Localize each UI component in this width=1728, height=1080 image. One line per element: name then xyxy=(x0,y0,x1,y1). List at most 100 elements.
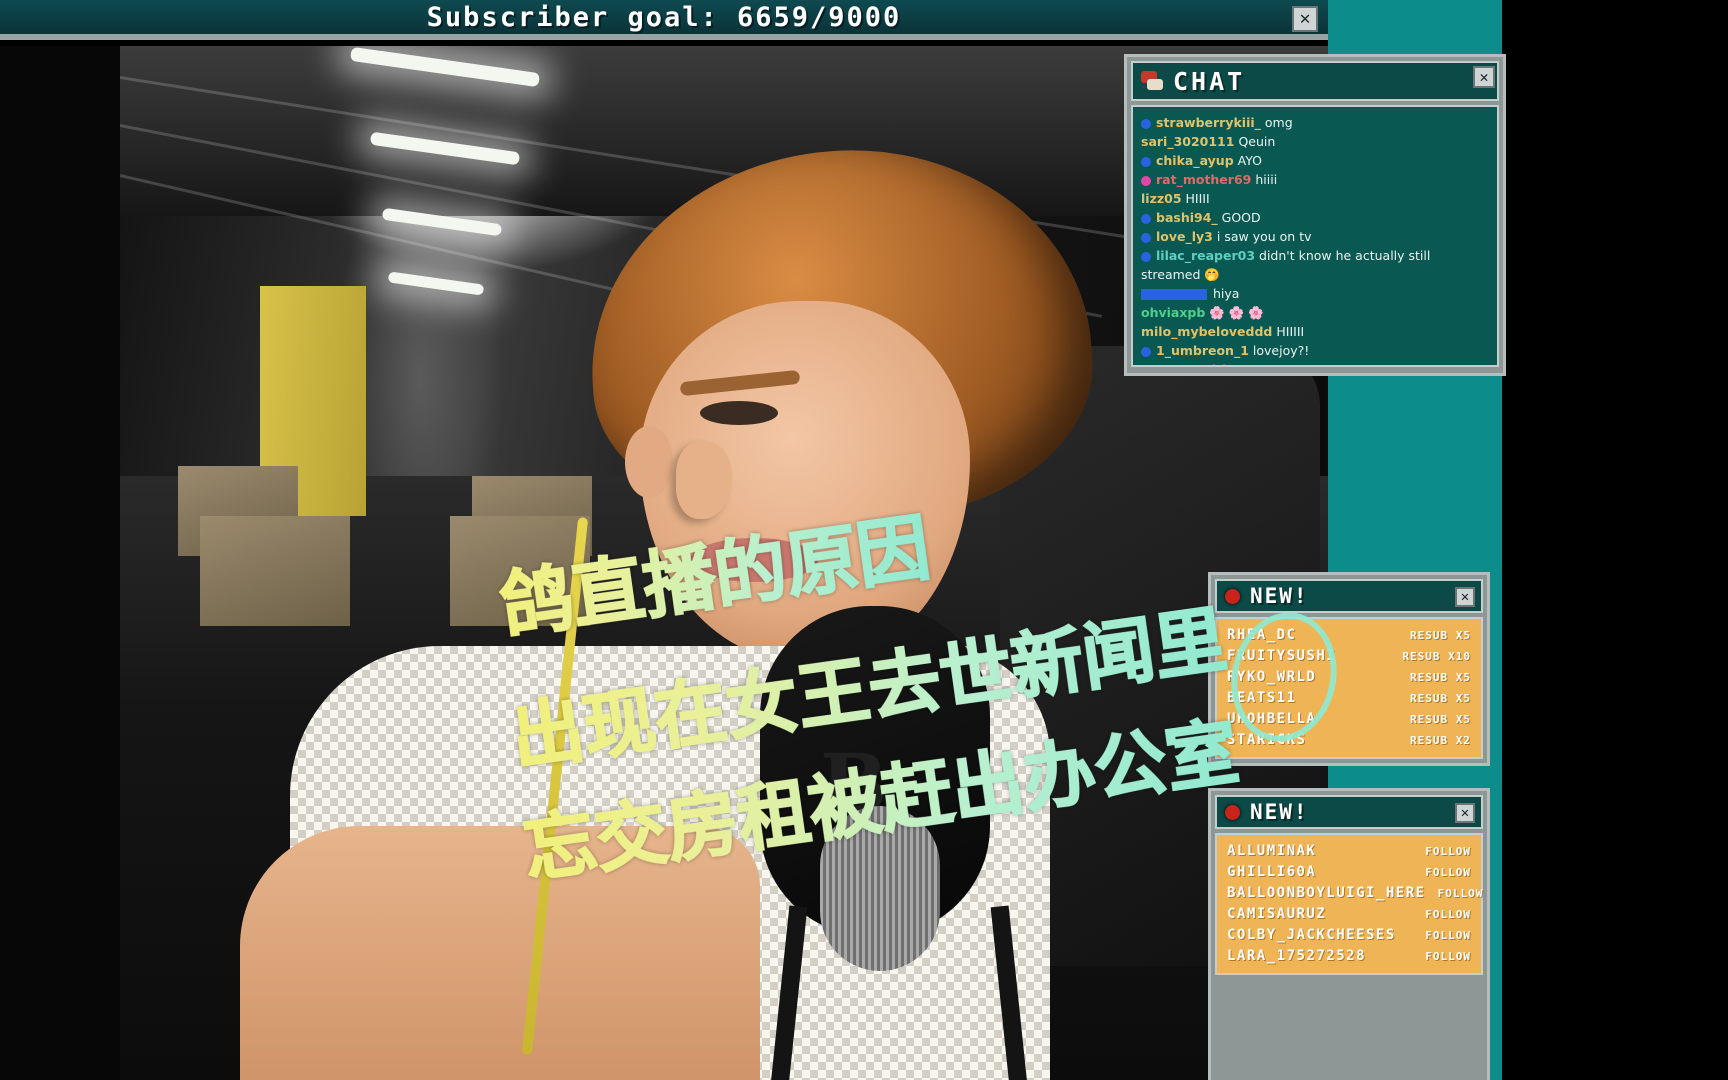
alert-row: BEATS11 RESUB X5 xyxy=(1227,688,1471,709)
alert-username: BEATS11 xyxy=(1227,690,1297,706)
chat-window: CHAT ✕ strawberrykiii_ omg sari_3020111 Qeu… xyxy=(1124,54,1506,376)
alert-row: RHEA_DC RESUB X5 xyxy=(1227,625,1471,646)
chat-message-text: hiiii xyxy=(1255,172,1278,187)
follow-title-label: NEW! xyxy=(1250,800,1309,824)
chat-message-text: hiya xyxy=(1213,286,1240,301)
chat-badge-icon xyxy=(1141,118,1151,129)
chat-message-list[interactable]: strawberrykiii_ omg sari_3020111 Qeuin chika… xyxy=(1131,105,1499,367)
chat-message-text: HIIIII xyxy=(1276,324,1305,339)
chat-message: lizz05 HIIII xyxy=(1141,189,1489,208)
chat-message-text: i saw you on tv xyxy=(1216,229,1312,244)
alert-username: LARA_175272528 xyxy=(1227,948,1367,964)
ceiling-light xyxy=(387,271,485,296)
alert-amount: RESUB X5 xyxy=(1410,629,1471,642)
resub-titlebar: NEW! ✕ xyxy=(1215,579,1483,613)
chat-message-text: HIIII xyxy=(1185,191,1210,206)
alert-row: STARICKS RESUB X2 xyxy=(1227,730,1471,751)
alert-amount: FOLLOW xyxy=(1425,845,1471,858)
follow-titlebar: NEW! ✕ xyxy=(1215,795,1483,829)
chat-message: strawberrykiii_ omg xyxy=(1141,113,1489,132)
close-icon[interactable]: ✕ xyxy=(1455,803,1475,823)
chat-message: tx_poggirl SLAYY xyxy=(1141,360,1489,368)
chat-username[interactable]: chika_ayup xyxy=(1156,153,1234,168)
alert-row: UHOHBELLA RESUB X5 xyxy=(1227,709,1471,730)
alert-username: ALLUMINAK xyxy=(1227,843,1317,859)
close-icon[interactable]: ✕ xyxy=(1473,66,1495,88)
chat-message-text: lovejoy?! xyxy=(1252,343,1310,358)
chat-username[interactable]: tx_poggirl xyxy=(1156,362,1226,365)
follow-list: ALLUMINAK FOLLOW GHILLI60A FOLLOW BALLOONBOY… xyxy=(1215,833,1483,975)
chat-username[interactable]: ohviaxpb xyxy=(1141,305,1205,320)
streamer-eye xyxy=(700,401,778,425)
chat-message-text: omg xyxy=(1264,115,1293,130)
chat-username[interactable]: rat_mother69 xyxy=(1156,172,1251,187)
chat-message: love_ly3 i saw you on tv xyxy=(1141,227,1489,246)
alert-row: COLBY_JACKCHEESES FOLLOW xyxy=(1227,925,1471,946)
speech-bubble-icon xyxy=(1141,71,1163,91)
alert-username: GHILLI60A xyxy=(1227,864,1317,880)
alert-username: RHEA_DC xyxy=(1227,627,1297,643)
chat-message: chika_ayup AYO xyxy=(1141,151,1489,170)
chat-badge-icon xyxy=(1141,366,1151,368)
chat-message-text: Qeuin xyxy=(1238,134,1276,149)
chat-message-text: GOOD xyxy=(1221,210,1261,225)
alert-username: BALLOONBOYLUIGI_HERE xyxy=(1227,885,1426,901)
alert-row: GHILLI60A FOLLOW xyxy=(1227,862,1471,883)
close-icon[interactable]: ✕ xyxy=(1455,587,1475,607)
alert-row: FRUITYSUSHI RESUB X10 xyxy=(1227,646,1471,667)
resub-list: RHEA_DC RESUB X5 FRUITYSUSHI RESUB X10 RYKO_… xyxy=(1215,617,1483,759)
chat-message-text: SLAYY xyxy=(1230,362,1268,365)
alert-username: CAMISAURUZ xyxy=(1227,906,1327,922)
chat-titlebar: CHAT ✕ xyxy=(1131,61,1499,101)
microphone-grill xyxy=(820,806,940,971)
streamer-arm xyxy=(240,826,760,1080)
alert-username: UHOHBELLA xyxy=(1227,711,1317,727)
alert-row: LARA_175272528 FOLLOW xyxy=(1227,946,1471,967)
chat-message-text: AYO xyxy=(1237,153,1263,168)
chat-username[interactable]: milo_mybeloveddd xyxy=(1141,324,1272,339)
chat-username[interactable]: 1_umbreon_1 xyxy=(1156,343,1249,358)
alert-username: COLBY_JACKCHEESES xyxy=(1227,927,1396,943)
alert-amount: RESUB X5 xyxy=(1410,692,1471,705)
chat-badge-icon xyxy=(1141,232,1151,243)
chat-message: hiya xyxy=(1141,284,1489,303)
letterbox-right xyxy=(1502,0,1728,1080)
chat-username[interactable]: love_ly3 xyxy=(1156,229,1213,244)
alert-username: RYKO_WRLD xyxy=(1227,669,1317,685)
resub-alert-window: NEW! ✕ RHEA_DC RESUB X5 FRUITYSUSHI RESUB X… xyxy=(1208,572,1490,766)
chat-username[interactable]: lilac_reaper03 xyxy=(1156,248,1255,263)
chat-message: rat_mother69 hiiii xyxy=(1141,170,1489,189)
chat-username[interactable]: bashi94_ xyxy=(1156,210,1218,225)
cardboard-box xyxy=(200,516,350,626)
chat-badge-icon xyxy=(1141,251,1151,262)
subscriber-goal-label: Subscriber goal: 6659/9000 xyxy=(426,1,902,33)
chat-message: 1_umbreon_1 lovejoy?! xyxy=(1141,341,1489,360)
chat-badge-icon xyxy=(1141,156,1151,167)
chat-title-label: CHAT xyxy=(1173,66,1246,96)
alert-amount: RESUB X5 xyxy=(1410,713,1471,726)
streamer-ear xyxy=(625,426,673,498)
red-dot-icon xyxy=(1225,804,1240,820)
close-icon[interactable]: ✕ xyxy=(1292,6,1318,32)
subscriber-goal-bar: Subscriber goal: 6659/9000 ✕ xyxy=(0,0,1328,40)
chat-message: ohviaxpb 🌸 🌸 🌸 xyxy=(1141,303,1489,322)
chat-badge-icon xyxy=(1141,346,1151,357)
alert-row: CAMISAURUZ FOLLOW xyxy=(1227,904,1471,925)
chat-badge-icon xyxy=(1141,175,1151,186)
alert-amount: FOLLOW xyxy=(1425,908,1471,921)
alert-amount: FOLLOW xyxy=(1437,887,1484,900)
alert-amount: RESUB X5 xyxy=(1410,671,1471,684)
alert-row: ALLUMINAK FOLLOW xyxy=(1227,841,1471,862)
chat-message: lilac_reaper03 didn't know he actually st… xyxy=(1141,246,1489,284)
streamer-lips xyxy=(690,538,818,582)
alert-username: FRUITYSUSHI xyxy=(1227,648,1337,664)
chat-username[interactable]: strawberrykiii_ xyxy=(1156,115,1261,130)
chat-message: milo_mybeloveddd HIIIII xyxy=(1141,322,1489,341)
chat-username[interactable]: sari_3020111 xyxy=(1141,134,1234,149)
chat-message: sari_3020111 Qeuin xyxy=(1141,132,1489,151)
alert-amount: RESUB X10 xyxy=(1402,650,1471,663)
chat-username[interactable]: lizz05 xyxy=(1141,191,1182,206)
chat-badge-icon xyxy=(1141,213,1151,224)
alert-amount: FOLLOW xyxy=(1425,950,1471,963)
alert-username: STARICKS xyxy=(1227,732,1307,748)
